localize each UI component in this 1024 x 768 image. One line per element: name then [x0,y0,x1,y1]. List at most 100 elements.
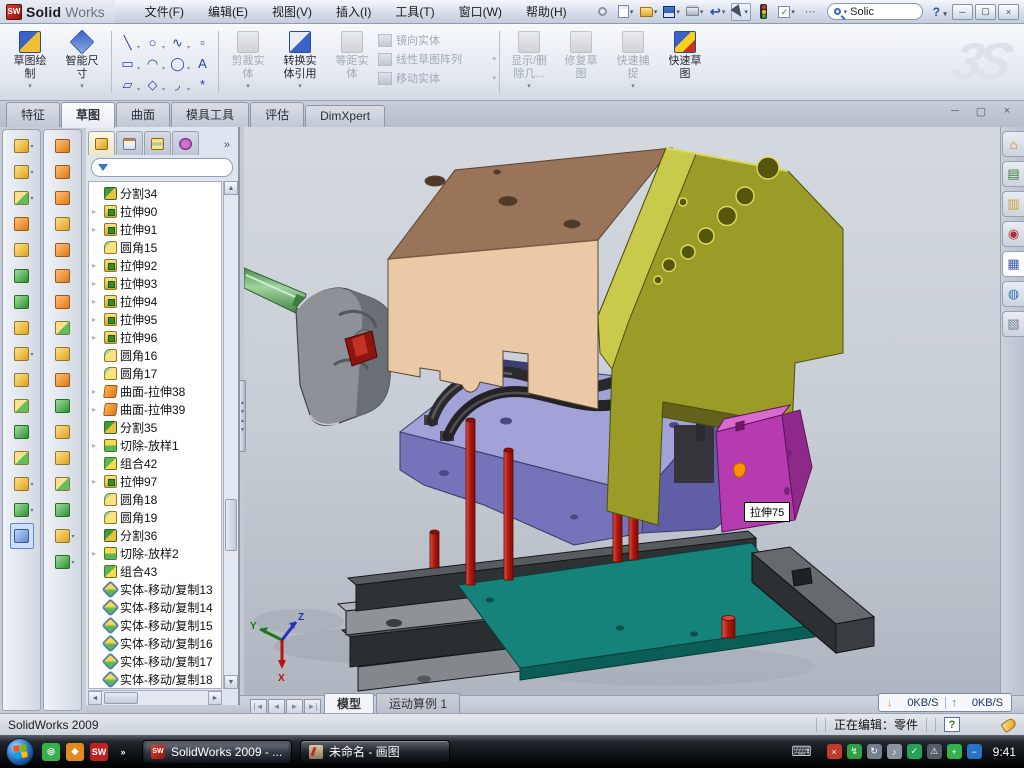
defender-icon[interactable]: + [947,744,962,759]
circle-icon[interactable]: ○ ▾ [140,32,165,53]
draft-icon[interactable]: ▾ [10,289,34,315]
close-button[interactable]: × [998,4,1019,20]
doc-minimize-button[interactable]: ─ [946,105,964,118]
command-tab[interactable]: 模具工具 [171,102,249,127]
menu-item[interactable]: 文件(F) [133,0,196,23]
rebuild-traffic-light-icon[interactable] [754,3,774,21]
document-tab[interactable]: 模型 [324,693,374,714]
tag-icon[interactable] [1000,716,1017,732]
spline-icon[interactable]: ∿ ▾ [165,32,190,53]
feature-tree-item[interactable]: ▸ 圆角16 [89,346,221,364]
pin-toolbar-icon[interactable] [593,3,613,21]
feature-tree-item[interactable]: ▸ 圆角15 [89,238,221,256]
stack-tool-item[interactable]: 移动实体 ▾ [378,70,496,86]
line-icon[interactable]: ╲ ▾ [115,32,140,53]
document-tab[interactable]: 运动算例 1 [376,693,460,714]
dimxpertmanager-tab[interactable] [172,131,199,155]
scroll-left-icon[interactable]: ◄ [88,691,102,705]
split-body-icon[interactable]: ▾ [10,419,34,445]
panel-splitter-handle[interactable]: ▲▼▲▼ [239,380,246,452]
volume-icon[interactable]: ♪ [887,744,902,759]
boundary-surface-icon[interactable]: ▾ [51,159,75,185]
model-canvas[interactable]: Y Z X [244,101,1000,695]
scroll-up-icon[interactable]: ▲ [224,181,238,195]
new-document-icon[interactable]: ▾ [616,3,636,21]
rib-icon[interactable]: ▾ [10,367,34,393]
freeform-icon[interactable]: ▾ [51,237,75,263]
delete-face-icon[interactable]: ▾ [51,393,75,419]
network-warning-icon[interactable]: ⚠ [927,744,942,759]
configurationmanager-tab[interactable] [144,131,171,155]
sketch-text-icon[interactable]: A ▾ [190,53,215,74]
expand-arrow-icon[interactable]: ▸ [92,549,101,558]
toolbar-overflow-icon[interactable]: ⋯ [800,3,820,21]
file-explorer-icon[interactable]: ▥ [1002,191,1024,217]
helix-spiral-icon[interactable]: ▾ [51,549,75,575]
ruled-surface-icon[interactable]: ▾ [51,367,75,393]
feature-tree-item[interactable]: ▸ 拉伸90 [89,202,221,220]
feature-tree-item[interactable]: ▸ 拉伸96 [89,328,221,346]
taskbar-clock[interactable]: 9:41 [993,745,1016,759]
feature-tree-item[interactable]: ▸ 圆角17 [89,364,221,382]
options-icon[interactable]: ✓▾ [777,3,797,21]
rapid-sketch-button[interactable]: 快速草 图 ▾ [659,27,711,97]
expand-arrow-icon[interactable]: ▸ [92,441,101,450]
offset-entities-button[interactable]: 等距实 体 ▾ [326,27,378,97]
command-tab[interactable]: DimXpert [305,105,385,127]
menu-item[interactable]: 编辑(E) [196,0,260,23]
knit-surface-icon[interactable]: ▾ [51,445,75,471]
move-copy-body-icon[interactable]: ▾ [10,445,34,471]
custom-properties-icon[interactable]: ▧ [1002,311,1024,337]
search-input[interactable]: ▾ Solic [827,3,923,20]
propertymanager-tab[interactable] [116,131,143,155]
offset-surface-icon[interactable]: ▾ [51,341,75,367]
solidworks-resources-icon[interactable]: ◉ [1002,221,1024,247]
save-icon[interactable]: ▾ [662,3,682,21]
feature-tree-item[interactable]: ▸ 拉伸97 [89,472,221,490]
feature-tree-item[interactable]: ▸ 切除-放样2 [89,544,221,562]
feature-tree-item[interactable]: ▸ 圆角19 [89,508,221,526]
expand-arrow-icon[interactable]: ▸ [92,297,101,306]
feature-tree-item[interactable]: ▸ 曲面-拉伸38 [89,382,221,400]
tree-vertical-scrollbar[interactable]: ▲ ▼ [223,181,238,689]
sync-icon[interactable]: ✓ [907,744,922,759]
feature-tree-item[interactable]: ▸ 实体-移动/复制16 [89,634,221,652]
print-icon[interactable]: ▾ [685,3,705,21]
panel-chevron-icon[interactable]: » [224,139,236,155]
doc-restore-button[interactable]: ▢ [972,105,990,118]
command-tab[interactable]: 草图 [61,102,115,128]
selection-frame-icon[interactable]: ▫ ▾ [190,32,215,53]
clamp-bracket[interactable] [296,286,393,425]
search-dropdown-icon[interactable]: ▾ [844,8,848,16]
feature-tree-item[interactable]: ▸ 拉伸94 [89,292,221,310]
fillet-icon[interactable]: ▾ [10,185,34,211]
command-tab[interactable]: 评估 [250,102,304,127]
menu-item[interactable]: 视图(V) [260,0,324,23]
smart-dimension-button[interactable]: 智能尺 寸 ▾ [56,27,108,97]
feature-tree-item[interactable]: ▸ 拉伸92 [89,256,221,274]
chevron-more-icon[interactable]: » [114,743,132,761]
menu-item[interactable]: 工具(T) [383,0,446,23]
appearances-icon[interactable]: ◍ [1002,281,1024,307]
display-delete-relations-button[interactable]: 显示/删 除几... ▾ [503,27,555,97]
reference-geometry-icon[interactable]: ▾ [10,471,34,497]
corner-rectangle-icon[interactable]: ▭ ▾ [115,53,140,74]
feature-tree-item[interactable]: ▸ 实体-移动/复制13 [89,580,221,598]
extruded-boss-icon[interactable]: ▾ [10,133,34,159]
open-icon[interactable]: ▾ [639,3,659,21]
fillet-surface-icon[interactable]: ▾ [51,471,75,497]
point-icon[interactable]: * ▾ [190,74,215,95]
expand-arrow-icon[interactable]: ▸ [92,387,101,396]
expand-arrow-icon[interactable]: ▸ [92,333,101,342]
next-tab-button[interactable]: ► [286,699,303,714]
swept-boss-icon[interactable]: ▾ [10,211,34,237]
combine-bodies-icon[interactable]: ▾ [10,393,34,419]
media-quick-icon[interactable]: ◆ [66,743,84,761]
feature-tree-item[interactable]: ▸ 实体-移动/复制18 [89,670,221,688]
expand-arrow-icon[interactable]: ▸ [92,207,101,216]
shape-feature-icon[interactable]: ▾ [51,497,75,523]
view-palette-icon[interactable]: ▦ [1002,251,1024,277]
tree-filter-input[interactable] [91,158,233,177]
linear-pattern-icon[interactable]: ▾ [10,341,34,367]
revolved-boss-icon[interactable]: ▾ [10,159,34,185]
